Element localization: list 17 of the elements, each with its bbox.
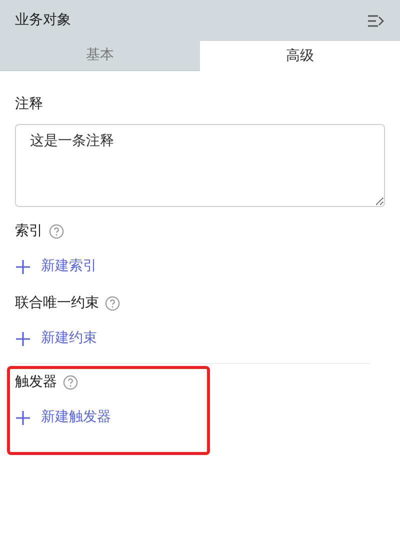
help-icon[interactable] (49, 224, 64, 239)
add-button[interactable]: 新建索引 (15, 256, 97, 277)
help-icon[interactable] (63, 375, 78, 390)
section-label: 触发器 (15, 373, 57, 392)
help-icon[interactable] (105, 296, 120, 311)
comment-label: 注释 (15, 95, 44, 114)
comment-field[interactable]: 这是一条注释 (15, 124, 385, 207)
panel-title: 业务对象 (15, 11, 71, 30)
add-button[interactable]: 新建触发器 (15, 407, 111, 428)
tab[interactable]: 高级 (200, 41, 400, 71)
plus-icon (15, 258, 31, 274)
collapse-icon[interactable] (367, 14, 385, 28)
section-label: 索引 (15, 222, 43, 241)
section-label: 联合唯一约束 (15, 294, 99, 313)
plus-icon (15, 330, 31, 346)
add-button[interactable]: 新建约束 (15, 328, 97, 349)
plus-icon (15, 410, 31, 426)
